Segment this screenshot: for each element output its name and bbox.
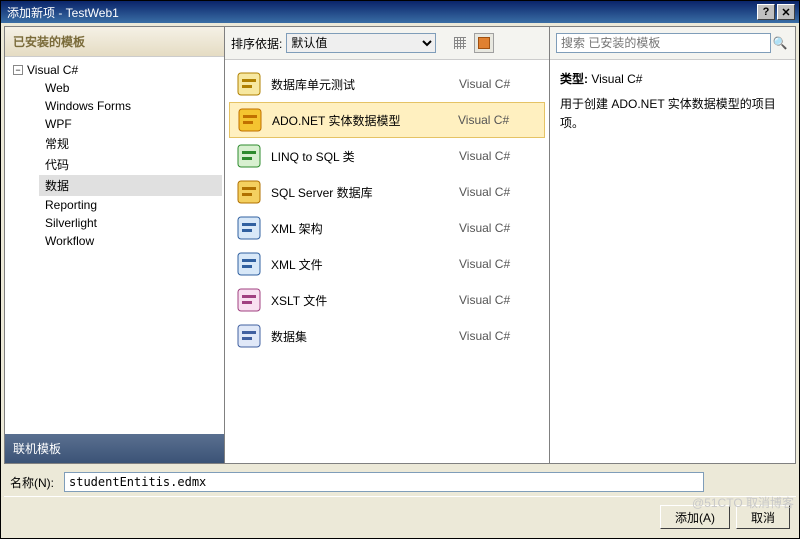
template-lang: Visual C# [458, 113, 538, 127]
help-button[interactable]: ? [757, 4, 775, 20]
tree-item-workflow[interactable]: Workflow [39, 232, 222, 250]
template-name: 数据库单元测试 [271, 76, 451, 93]
online-templates-header[interactable]: 联机模板 [5, 434, 224, 463]
tree-item-数据[interactable]: 数据 [39, 175, 222, 196]
template-name: XML 架构 [271, 220, 451, 237]
template-lang: Visual C# [459, 221, 539, 235]
cancel-button[interactable]: 取消 [736, 505, 790, 529]
template-lang: Visual C# [459, 293, 539, 307]
search-icon[interactable]: 🔍 [771, 36, 789, 50]
template-description: 用于创建 ADO.NET 实体数据模型的项目项。 [560, 95, 785, 133]
db-test-icon [235, 70, 263, 98]
template-item[interactable]: XML 文件 Visual C# [229, 246, 545, 282]
tree-item-常规[interactable]: 常规 [39, 133, 222, 154]
installed-templates-header: 已安装的模板 [5, 27, 224, 57]
template-lang: Visual C# [459, 149, 539, 163]
xml-schema-icon [235, 214, 263, 242]
sql-db-icon [235, 178, 263, 206]
template-tree[interactable]: − Visual C# WebWindows FormsWPF常规代码数据Rep… [5, 57, 224, 434]
tree-collapse-icon[interactable]: − [13, 65, 23, 75]
sort-by-select[interactable]: 默认值 [286, 33, 436, 53]
template-item[interactable]: SQL Server 数据库 Visual C# [229, 174, 545, 210]
close-button[interactable]: ✕ [777, 4, 795, 20]
tree-item-windows-forms[interactable]: Windows Forms [39, 97, 222, 115]
tree-item-reporting[interactable]: Reporting [39, 196, 222, 214]
template-lang: Visual C# [459, 77, 539, 91]
linq-sql-icon [235, 142, 263, 170]
template-name: 数据集 [271, 328, 451, 345]
view-medium-icons-button[interactable] [474, 33, 494, 53]
template-item[interactable]: XSLT 文件 Visual C# [229, 282, 545, 318]
add-button[interactable]: 添加(A) [660, 505, 730, 529]
template-item[interactable]: 数据库单元测试 Visual C# [229, 66, 545, 102]
template-name: SQL Server 数据库 [271, 184, 451, 201]
tree-item-web[interactable]: Web [39, 79, 222, 97]
window-title: 添加新项 - TestWeb1 [5, 4, 755, 21]
type-line: 类型: Visual C# [560, 70, 785, 89]
tree-root-label: Visual C# [27, 63, 78, 77]
tree-item-wpf[interactable]: WPF [39, 115, 222, 133]
template-lang: Visual C# [459, 185, 539, 199]
xml-file-icon [235, 250, 263, 278]
sort-by-label: 排序依据: [231, 35, 282, 52]
view-small-icons-button[interactable] [450, 33, 470, 53]
xslt-file-icon [235, 286, 263, 314]
search-input[interactable]: 搜索 已安装的模板 [556, 33, 771, 53]
name-input[interactable] [64, 472, 704, 492]
template-lang: Visual C# [459, 329, 539, 343]
tree-item-silverlight[interactable]: Silverlight [39, 214, 222, 232]
template-name: LINQ to SQL 类 [271, 148, 451, 165]
titlebar: 添加新项 - TestWeb1 ? ✕ [1, 1, 799, 23]
template-item[interactable]: XML 架构 Visual C# [229, 210, 545, 246]
template-name: ADO.NET 实体数据模型 [272, 112, 450, 129]
dataset-icon [235, 322, 263, 350]
name-label: 名称(N): [10, 474, 54, 491]
template-name: XSLT 文件 [271, 292, 451, 309]
template-name: XML 文件 [271, 256, 451, 273]
ado-edm-icon [236, 106, 264, 134]
template-item[interactable]: 数据集 Visual C# [229, 318, 545, 354]
template-item[interactable]: ADO.NET 实体数据模型 Visual C# [229, 102, 545, 138]
tree-root-visual-csharp[interactable]: − Visual C# [7, 61, 222, 79]
template-item[interactable]: LINQ to SQL 类 Visual C# [229, 138, 545, 174]
template-lang: Visual C# [459, 257, 539, 271]
template-list[interactable]: 数据库单元测试Visual C#ADO.NET 实体数据模型Visual C#L… [225, 60, 549, 463]
tree-item-代码[interactable]: 代码 [39, 154, 222, 175]
